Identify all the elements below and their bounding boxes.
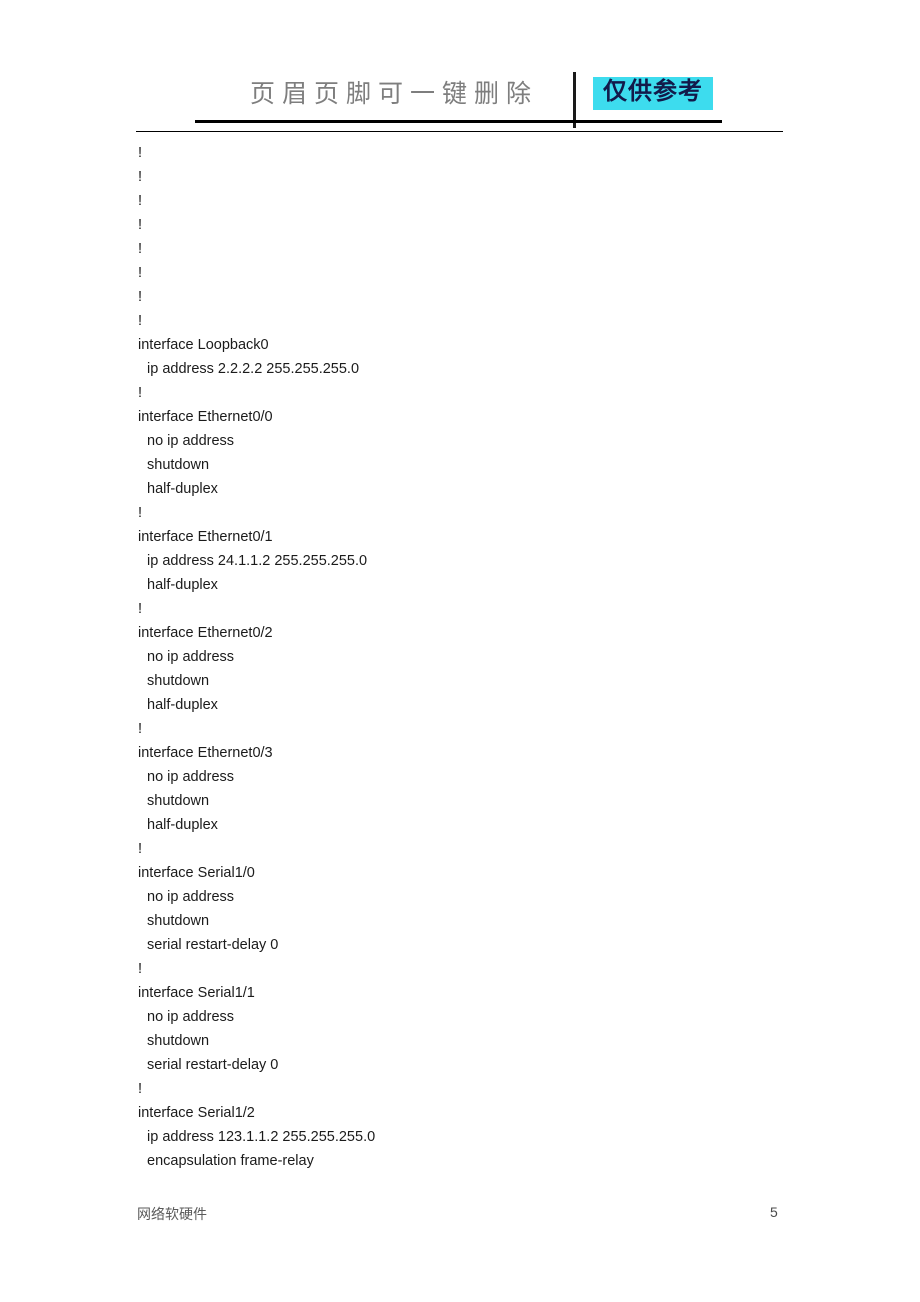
config-line: half-duplex bbox=[147, 577, 218, 593]
config-line: interface Ethernet0/1 bbox=[138, 529, 273, 545]
config-separator-line: ! bbox=[138, 241, 143, 257]
header-rule-thin bbox=[136, 131, 783, 132]
config-separator-line: ! bbox=[138, 289, 143, 305]
config-line: shutdown bbox=[147, 673, 210, 689]
header-content: 页眉页脚可一键删除 仅供参考 bbox=[195, 70, 723, 128]
config-line: ip address 24.1.1.2 255.255.255.0 bbox=[147, 553, 368, 569]
header-watermark-text: 页眉页脚可一键删除 bbox=[250, 80, 539, 108]
config-separator-line: ! bbox=[138, 265, 143, 281]
config-line: interface Serial1/0 bbox=[138, 865, 255, 881]
config-separator-line: ! bbox=[138, 217, 143, 233]
config-line: serial restart-delay 0 bbox=[147, 937, 279, 953]
config-line: interface Serial1/1 bbox=[138, 985, 255, 1001]
page-footer: 网络软硬件 5 bbox=[0, 1204, 920, 1234]
config-line: interface Loopback0 bbox=[138, 337, 269, 353]
config-separator-line: ! bbox=[138, 313, 143, 329]
config-line: no ip address bbox=[147, 1009, 235, 1025]
config-line: no ip address bbox=[147, 769, 235, 785]
config-line: half-duplex bbox=[147, 697, 218, 713]
config-line: shutdown bbox=[147, 913, 210, 929]
config-separator-line: ! bbox=[138, 193, 143, 209]
config-separator-line: ! bbox=[138, 169, 143, 185]
config-line: interface Ethernet0/0 bbox=[138, 409, 273, 425]
config-separator-line: ! bbox=[138, 145, 143, 161]
config-line: ip address 2.2.2.2 255.255.255.0 bbox=[147, 361, 360, 377]
config-separator-line: ! bbox=[138, 505, 143, 521]
page-header: 页眉页脚可一键删除 仅供参考 bbox=[0, 0, 920, 136]
config-line: shutdown bbox=[147, 457, 210, 473]
config-separator-line: ! bbox=[138, 841, 143, 857]
config-line: half-duplex bbox=[147, 817, 218, 833]
config-separator-line: ! bbox=[138, 721, 143, 737]
config-line: encapsulation frame-relay bbox=[147, 1153, 314, 1169]
reference-only-stamp: 仅供参考 bbox=[593, 77, 713, 111]
header-rule-thick bbox=[195, 120, 722, 123]
config-line: shutdown bbox=[147, 1033, 210, 1049]
config-line: shutdown bbox=[147, 793, 210, 809]
document-body: !!!!!!!! interface Loopback0 ip address 2.… bbox=[0, 141, 920, 1173]
config-separator-line: ! bbox=[138, 961, 143, 977]
config-separator-line: ! bbox=[138, 385, 143, 401]
footer-source-label: 网络软硬件 bbox=[137, 1208, 207, 1223]
config-line: interface Ethernet0/2 bbox=[138, 625, 273, 641]
config-separator-line: ! bbox=[138, 1081, 143, 1097]
page-number: 5 bbox=[770, 1204, 778, 1220]
config-line: serial restart-delay 0 bbox=[147, 1057, 279, 1073]
config-line: interface Ethernet0/3 bbox=[138, 745, 273, 761]
config-line: interface Serial1/2 bbox=[138, 1105, 255, 1121]
config-line: no ip address bbox=[147, 889, 235, 905]
config-separator-line: ! bbox=[138, 601, 143, 617]
config-line: no ip address bbox=[147, 649, 235, 665]
config-line: ip address 123.1.1.2 255.255.255.0 bbox=[147, 1129, 376, 1145]
config-line: no ip address bbox=[147, 433, 235, 449]
document-page: 页眉页脚可一键删除 仅供参考 !!!!!!!! interface Loopbac… bbox=[0, 0, 920, 1302]
config-line: half-duplex bbox=[147, 481, 218, 497]
config-listing: !!!!!!!! interface Loopback0 ip address 2.… bbox=[0, 141, 920, 1173]
